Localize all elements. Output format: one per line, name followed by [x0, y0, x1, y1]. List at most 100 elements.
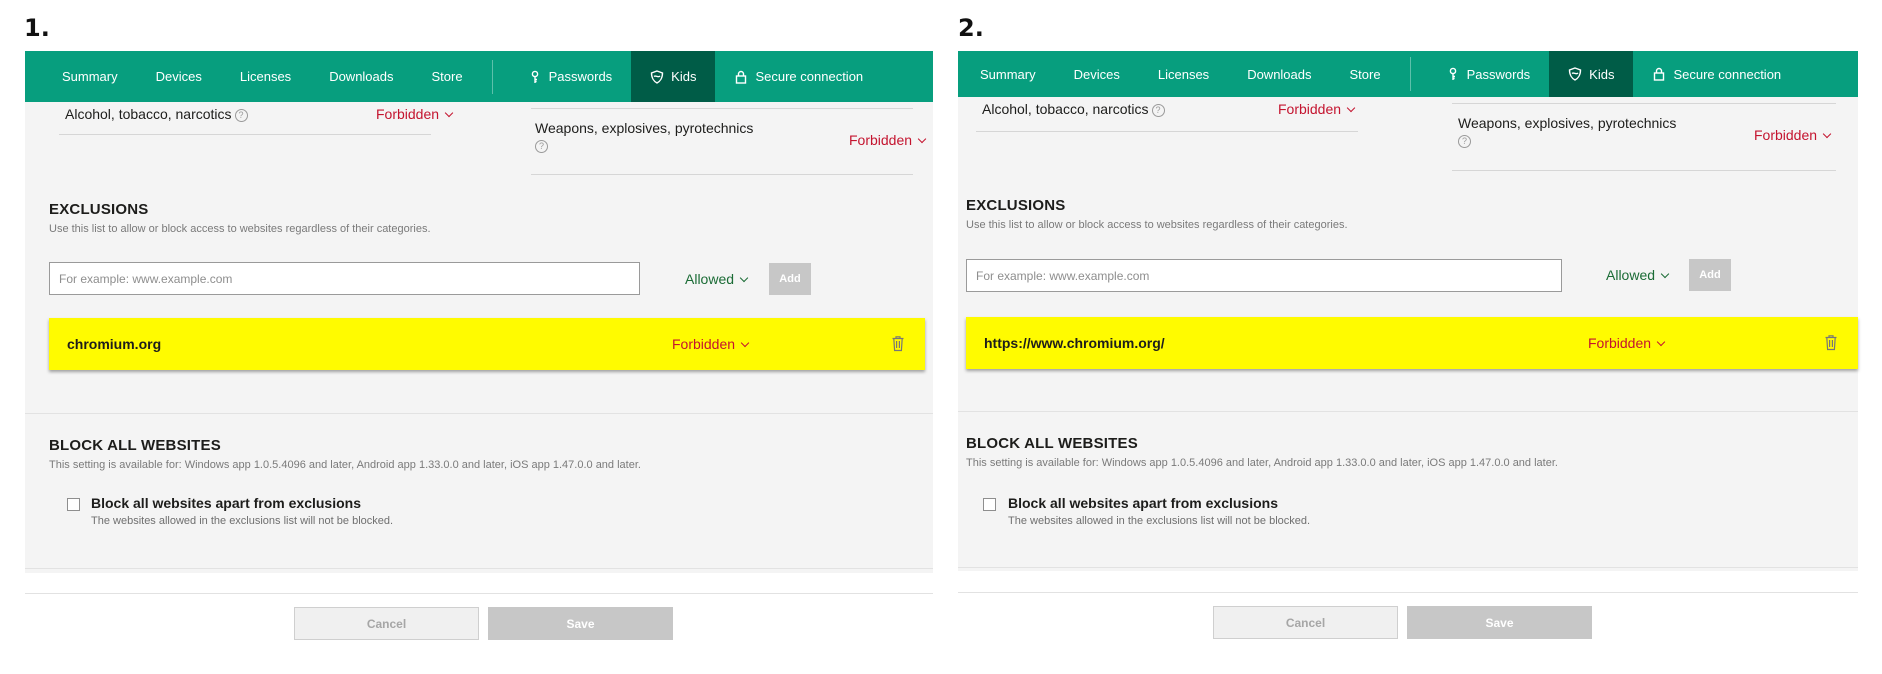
divider — [1452, 103, 1836, 104]
chevron-down-icon — [444, 108, 454, 118]
chevron-down-icon — [739, 273, 749, 283]
exclusion-status-value: Forbidden — [672, 336, 736, 352]
exclusion-status-value: Forbidden — [1588, 335, 1652, 351]
help-icon[interactable]: ? — [234, 109, 248, 122]
save-button[interactable]: Save — [1407, 606, 1592, 639]
exclusion-url-input[interactable]: For example: www.example.com — [49, 262, 640, 295]
exclusion-site: chromium.org — [67, 336, 162, 352]
nav-store[interactable]: Store — [413, 51, 482, 102]
shield-icon — [1568, 67, 1582, 81]
divider — [59, 134, 431, 135]
add-button[interactable]: Add — [769, 263, 811, 295]
block-all-title: BLOCK ALL WEBSITES — [966, 435, 1138, 452]
exclusions-description: Use this list to allow or block access t… — [49, 223, 431, 235]
category-status-dropdown[interactable]: Forbidden — [1754, 127, 1832, 143]
add-button[interactable]: Add — [1689, 259, 1731, 291]
nav-kids[interactable]: Kids — [631, 51, 716, 102]
nav-devices[interactable]: Devices — [1055, 51, 1139, 97]
panel-number: 2. — [958, 14, 984, 42]
exclusion-mode-dropdown[interactable]: Allowed — [1606, 267, 1670, 283]
exclusion-site: https://www.chromium.org/ — [984, 335, 1165, 351]
chevron-down-icon — [1822, 129, 1832, 139]
nav-summary[interactable]: Summary — [25, 51, 137, 102]
nav-secure-connection[interactable]: Secure connection — [1633, 51, 1800, 97]
category-status-dropdown[interactable]: Forbidden — [376, 106, 454, 122]
divider — [976, 131, 1358, 132]
nav-downloads[interactable]: Downloads — [310, 51, 412, 102]
block-all-description: This setting is available for: Windows a… — [966, 457, 1558, 469]
nav-store[interactable]: Store — [1331, 51, 1400, 97]
exclusion-entry-row: https://www.chromium.org/ Forbidden — [966, 317, 1858, 369]
block-all-checkbox[interactable] — [67, 498, 80, 511]
chevron-down-icon — [1346, 103, 1356, 113]
shield-icon — [650, 69, 664, 84]
category-row-alcohol: Alcohol, tobacco, narcotics? Forbidden — [982, 101, 1382, 117]
nav-secure-connection[interactable]: Secure connection — [715, 51, 882, 102]
help-icon[interactable]: ? — [535, 140, 548, 153]
exclusion-mode-value: Allowed — [1606, 267, 1656, 283]
category-label: Alcohol, tobacco, narcotics — [982, 101, 1149, 117]
top-navigation: Summary Devices Licenses Downloads Store… — [25, 51, 933, 102]
divider — [25, 568, 933, 569]
nav-kids[interactable]: Kids — [1549, 51, 1634, 97]
divider — [958, 567, 1858, 568]
nav-secure-label: Secure connection — [755, 69, 864, 84]
block-all-checkbox-label: Block all websites apart from exclusions — [91, 495, 361, 511]
block-all-checkbox-sub: The websites allowed in the exclusions l… — [1008, 515, 1311, 527]
divider — [1452, 170, 1836, 171]
kids-settings-content: Alcohol, tobacco, narcotics? Forbidden W… — [25, 102, 933, 442]
block-all-checkbox-sub: The websites allowed in the exclusions l… — [91, 515, 394, 527]
nav-summary[interactable]: Summary — [958, 51, 1055, 97]
save-button[interactable]: Save — [488, 607, 673, 640]
trash-icon[interactable] — [891, 335, 905, 352]
block-all-checkbox[interactable] — [983, 498, 996, 511]
category-row-weapons: Weapons, explosives, pyrotechnics ? Forb… — [1458, 115, 1858, 148]
nav-devices[interactable]: Devices — [137, 51, 221, 102]
help-icon[interactable]: ? — [1458, 135, 1471, 148]
exclusion-entry-row: chromium.org Forbidden — [49, 318, 925, 370]
category-status-dropdown[interactable]: Forbidden — [849, 132, 927, 148]
nav-divider — [1409, 57, 1411, 91]
nav-licenses[interactable]: Licenses — [221, 51, 310, 102]
divider — [958, 592, 1858, 593]
exclusion-status-dropdown[interactable]: Forbidden — [1588, 335, 1666, 351]
block-all-websites-section: BLOCK ALL WEBSITES This setting is avail… — [25, 413, 933, 573]
exclusion-mode-value: Allowed — [685, 271, 735, 287]
key-icon — [1446, 67, 1460, 81]
nav-passwords[interactable]: Passwords — [509, 51, 632, 102]
chevron-down-icon — [1656, 337, 1666, 347]
block-all-checkbox-label: Block all websites apart from exclusions — [1008, 495, 1278, 511]
category-row-weapons: Weapons, explosives, pyrotechnics ? Forb… — [535, 120, 935, 153]
cancel-button[interactable]: Cancel — [294, 607, 479, 640]
top-navigation: Summary Devices Licenses Downloads Store… — [958, 51, 1858, 97]
app-frame: Summary Devices Licenses Downloads Store… — [958, 51, 1858, 593]
nav-passwords-label: Passwords — [548, 69, 613, 84]
category-row-alcohol: Alcohol, tobacco, narcotics? Forbidden — [65, 106, 465, 122]
nav-downloads[interactable]: Downloads — [1228, 51, 1330, 97]
help-icon[interactable]: ? — [1151, 104, 1165, 117]
exclusions-description: Use this list to allow or block access t… — [966, 219, 1348, 231]
exclusion-mode-dropdown[interactable]: Allowed — [685, 271, 749, 287]
exclusions-title: EXCLUSIONS — [966, 197, 1066, 214]
category-status-dropdown[interactable]: Forbidden — [1278, 101, 1356, 117]
cancel-button[interactable]: Cancel — [1213, 606, 1398, 639]
exclusion-url-input[interactable]: For example: www.example.com — [966, 259, 1562, 292]
exclusions-title: EXCLUSIONS — [49, 201, 149, 218]
trash-icon[interactable] — [1824, 334, 1838, 351]
nav-passwords[interactable]: Passwords — [1427, 51, 1550, 97]
nav-kids-label: Kids — [1589, 66, 1615, 82]
nav-passwords-label: Passwords — [1466, 66, 1531, 82]
panel-2: 2. Summary Devices Licenses Downloads St… — [950, 0, 1882, 674]
block-all-websites-section: BLOCK ALL WEBSITES This setting is avail… — [958, 411, 1858, 571]
key-icon — [528, 70, 542, 84]
chevron-down-icon — [1660, 269, 1670, 279]
divider — [531, 174, 913, 175]
nav-licenses[interactable]: Licenses — [1139, 51, 1228, 97]
category-status-value: Forbidden — [376, 106, 440, 122]
app-frame: Summary Devices Licenses Downloads Store… — [25, 51, 933, 594]
exclusion-status-dropdown[interactable]: Forbidden — [672, 336, 750, 352]
panel-1: 1. Summary Devices Licenses Downloads St… — [0, 0, 940, 674]
category-status-value: Forbidden — [1278, 101, 1342, 117]
panel-number: 1. — [24, 14, 50, 42]
lock-icon — [1652, 67, 1666, 81]
